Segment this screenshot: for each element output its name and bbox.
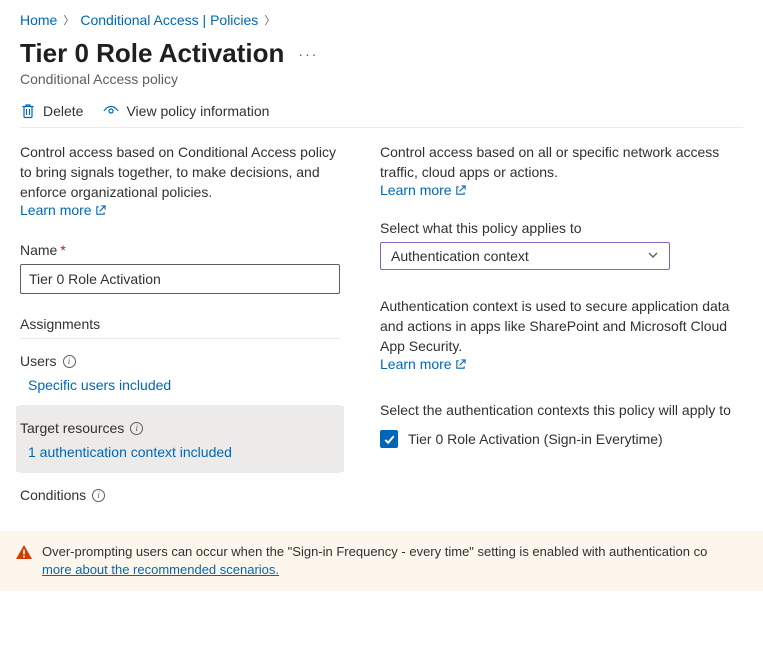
delete-label: Delete — [43, 103, 83, 119]
authctx-description: Authentication context is used to secure… — [380, 296, 743, 356]
warning-link[interactable]: more about the recommended scenarios. — [42, 562, 279, 577]
applies-to-dropdown[interactable]: Authentication context — [380, 242, 670, 270]
target-resources-label: Target resources i — [20, 420, 340, 436]
chevron-down-icon — [647, 249, 659, 264]
breadcrumb-conditional-access[interactable]: Conditional Access | Policies — [80, 12, 258, 28]
trash-icon — [20, 103, 36, 119]
external-link-icon — [95, 205, 106, 216]
users-value-link[interactable]: Specific users included — [28, 377, 340, 393]
left-intro-text: Control access based on Conditional Acce… — [20, 142, 340, 202]
learn-more-label: Learn more — [380, 356, 452, 372]
view-policy-info-label: View policy information — [126, 103, 269, 119]
dropdown-value: Authentication context — [391, 248, 529, 264]
page-subtitle: Conditional Access policy — [20, 71, 743, 87]
eye-icon — [103, 103, 119, 119]
warning-icon — [16, 544, 32, 560]
delete-button[interactable]: Delete — [20, 103, 83, 119]
external-link-icon — [455, 359, 466, 370]
chevron-right-icon: 〉 — [264, 12, 275, 28]
right-intro-text: Control access based on all or specific … — [380, 142, 743, 182]
breadcrumb: Home 〉 Conditional Access | Policies 〉 — [20, 8, 743, 38]
more-icon[interactable]: ··· — [298, 46, 318, 62]
breadcrumb-home[interactable]: Home — [20, 12, 57, 28]
warning-text: Over-prompting users can occur when the … — [42, 544, 707, 559]
auth-context-option-label: Tier 0 Role Activation (Sign-in Everytim… — [408, 431, 663, 447]
view-policy-info-button[interactable]: View policy information — [103, 103, 269, 119]
authctx-learn-more-link[interactable]: Learn more — [380, 356, 466, 372]
applies-to-label: Select what this policy applies to — [380, 220, 743, 236]
left-learn-more-link[interactable]: Learn more — [20, 202, 106, 218]
checkbox-checked-icon[interactable] — [380, 430, 398, 448]
name-input[interactable] — [20, 264, 340, 294]
learn-more-label: Learn more — [380, 182, 452, 198]
info-icon[interactable]: i — [63, 355, 76, 368]
toolbar: Delete View policy information — [20, 103, 743, 128]
auth-context-checkbox-row[interactable]: Tier 0 Role Activation (Sign-in Everytim… — [380, 430, 743, 448]
name-field-label: Name* — [20, 242, 340, 258]
conditions-label: Conditions i — [20, 487, 340, 503]
warning-banner: Over-prompting users can occur when the … — [0, 531, 763, 591]
info-icon[interactable]: i — [130, 422, 143, 435]
users-label: Users i — [20, 353, 340, 369]
info-icon[interactable]: i — [92, 489, 105, 502]
page-title: Tier 0 Role Activation — [20, 38, 284, 69]
target-resources-value-link[interactable]: 1 authentication context included — [28, 444, 340, 460]
assignments-heading: Assignments — [20, 316, 340, 339]
target-resources-section[interactable]: Target resources i 1 authentication cont… — [16, 406, 344, 472]
chevron-right-icon: 〉 — [63, 12, 74, 28]
learn-more-label: Learn more — [20, 202, 92, 218]
select-context-label: Select the authentication contexts this … — [380, 400, 743, 420]
right-learn-more-link[interactable]: Learn more — [380, 182, 466, 198]
external-link-icon — [455, 185, 466, 196]
